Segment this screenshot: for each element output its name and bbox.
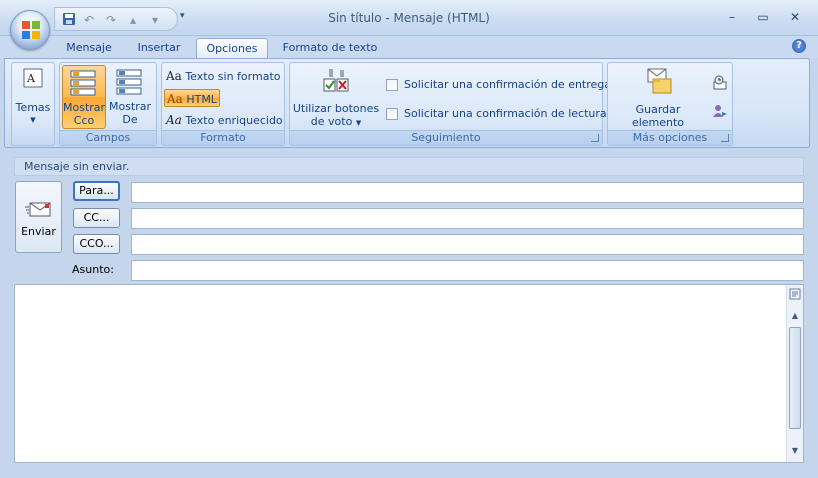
cco-field[interactable] <box>131 234 804 255</box>
info-bar: Mensaje sin enviar. <box>14 157 804 176</box>
cc-button[interactable]: CC... <box>73 208 120 228</box>
group-campos: Mostrar Cco Mostrar De Campos <box>59 62 157 146</box>
dropdown-arrow-icon: ▼ <box>30 116 36 124</box>
ribbon: A Temas ▼ Mostrar Cco Mostrar De Campos … <box>4 58 810 148</box>
ruler-toggle-icon[interactable] <box>788 288 802 304</box>
texto-enriquecido-button[interactable]: Aa Texto enriquecido <box>166 111 283 129</box>
guardar-line1: Guardar elemento <box>631 103 685 129</box>
plain-text-aa-icon: Aa <box>166 69 182 83</box>
guardar-elemento-enviado-button[interactable]: Guardar elemento enviado ▼ <box>610 65 706 142</box>
group-seguimiento: Utilizar botones de voto ▼ Solicitar una… <box>289 62 611 146</box>
vertical-scrollbar[interactable]: ▲ ▼ <box>786 285 803 462</box>
mostrar-de-line1: Mostrar <box>108 100 152 113</box>
temas-button[interactable]: A Temas ▼ <box>14 65 52 129</box>
mostrar-de-button[interactable]: Mostrar De <box>108 65 152 129</box>
mostrar-cco-line1: Mostrar <box>63 101 106 114</box>
help-icon[interactable]: ? <box>792 39 806 53</box>
group-mas-opciones: Guardar elemento enviado ▼ Más opciones <box>607 62 733 146</box>
close-button[interactable]: ✕ <box>783 8 807 26</box>
mostrar-de-line2: De <box>122 113 138 126</box>
asunto-field[interactable] <box>131 260 804 281</box>
office-button[interactable] <box>10 10 50 50</box>
svg-text:A: A <box>26 72 36 85</box>
html-format-button[interactable]: Aa HTML <box>164 89 220 107</box>
confirmacion-entrega-label[interactable]: Solicitar una confirmación de entrega <box>404 78 611 91</box>
html-label: HTML <box>186 93 217 106</box>
group-label-formato: Formato <box>162 130 284 145</box>
scroll-up-icon[interactable]: ▲ <box>788 311 802 323</box>
send-envelope-icon <box>24 202 50 217</box>
texto-sin-formato-button[interactable]: Aa Texto sin formato <box>166 67 281 85</box>
send-button[interactable]: Enviar <box>15 181 62 253</box>
minimize-button[interactable]: – <box>720 8 744 26</box>
send-label: Enviar <box>21 225 56 238</box>
tab-mensaje[interactable]: Mensaje <box>60 38 118 58</box>
group-temas: A Temas ▼ <box>11 62 55 146</box>
rich-text-aa-icon: Aa <box>166 113 182 127</box>
delay-delivery-icon[interactable] <box>712 75 728 91</box>
window-bottom-border <box>0 470 818 478</box>
direct-replies-icon[interactable] <box>712 103 728 119</box>
mas-opciones-launcher-icon[interactable] <box>721 134 729 142</box>
tab-formato-de-texto[interactable]: Formato de texto <box>280 38 380 58</box>
group-label-seguimiento: Seguimiento <box>290 130 602 145</box>
cco-button[interactable]: CCO... <box>73 234 120 254</box>
show-from-icon <box>116 69 142 95</box>
ribbon-tabs: Mensaje Insertar Opciones Formato de tex… <box>0 36 818 58</box>
show-bcc-icon <box>70 70 96 96</box>
confirmacion-entrega-checkbox[interactable] <box>386 79 398 91</box>
group-label-campos: Campos <box>60 130 156 145</box>
para-field[interactable] <box>131 182 804 203</box>
group-label-mas-opciones: Más opciones <box>608 130 732 145</box>
botones-voto-line1: Utilizar botones <box>292 102 380 115</box>
group-formato: Aa Texto sin formato Aa HTML Aa Texto en… <box>161 62 285 146</box>
mostrar-cco-button[interactable]: Mostrar Cco <box>62 65 106 129</box>
scroll-down-icon[interactable]: ▼ <box>788 446 802 458</box>
mostrar-cco-line2: Cco <box>73 114 95 127</box>
voting-icon <box>323 69 349 92</box>
para-button[interactable]: Para... <box>73 181 120 201</box>
title-bar: ↶ ↷ ▴ ▾ ▾ Sin título - Mensaje (HTML) – … <box>0 0 818 36</box>
cc-field[interactable] <box>131 208 804 229</box>
confirmacion-lectura-checkbox[interactable] <box>386 108 398 120</box>
window-title: Sin título - Mensaje (HTML) <box>328 11 490 25</box>
botones-voto-line2: de voto <box>310 115 353 128</box>
asunto-label: Asunto: <box>72 263 114 276</box>
dropdown-arrow-icon: ▼ <box>355 119 362 127</box>
scrollbar-thumb[interactable] <box>789 327 801 429</box>
seguimiento-launcher-icon[interactable] <box>591 134 599 142</box>
maximize-button[interactable]: ▭ <box>751 8 775 26</box>
save-sent-item-icon <box>647 68 672 94</box>
texto-sin-formato-label: Texto sin formato <box>185 70 281 83</box>
office-logo-icon <box>22 21 40 39</box>
temas-label: Temas <box>15 101 51 114</box>
confirmacion-lectura-label[interactable]: Solicitar una confirmación de lectura <box>404 107 607 120</box>
texto-enriquecido-label: Texto enriquecido <box>185 114 283 127</box>
botones-de-voto-button[interactable]: Utilizar botones de voto ▼ <box>292 65 380 129</box>
themes-icon: A <box>23 68 43 88</box>
tab-insertar[interactable]: Insertar <box>130 38 188 58</box>
html-aa-icon: Aa <box>167 92 183 106</box>
message-body[interactable]: ▲ ▼ <box>14 284 804 463</box>
tab-opciones[interactable]: Opciones <box>196 38 268 58</box>
